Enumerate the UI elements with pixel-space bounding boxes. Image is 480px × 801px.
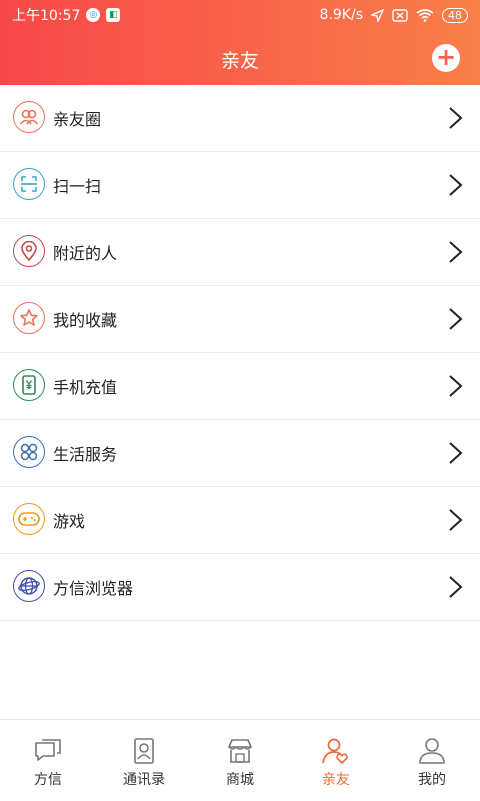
tab-label: 通讯录 <box>123 772 165 788</box>
gamepad-icon <box>13 503 45 535</box>
globe-icon <box>13 570 45 602</box>
chevron-right-icon <box>449 509 463 531</box>
sim-off-icon <box>392 8 408 22</box>
menu-item-label: 扫一扫 <box>53 177 102 196</box>
friends-icon <box>322 738 348 764</box>
tab-label: 亲友 <box>322 772 350 788</box>
menu-item-nearby-people[interactable]: 附近的人 <box>0 219 480 286</box>
tab-friends[interactable]: 亲友 <box>288 720 384 801</box>
services-grid-icon <box>13 436 45 468</box>
menu-item-label: 生活服务 <box>53 445 118 464</box>
header: 上午10:57 ◎ ◧ 8.9K/s 48 亲友 + <box>0 0 480 85</box>
friends-circle-icon <box>13 101 45 133</box>
menu-item-friends-circle[interactable]: 亲友圈 <box>0 85 480 152</box>
menu-item-label: 我的收藏 <box>53 311 118 330</box>
tab-profile[interactable]: 我的 <box>384 720 480 801</box>
contacts-icon <box>134 738 154 764</box>
status-time: 上午10:57 <box>12 8 81 24</box>
menu-item-browser[interactable]: 方信浏览器 <box>0 554 480 621</box>
menu-item-label: 游戏 <box>53 512 86 531</box>
wifi-icon <box>416 8 434 22</box>
shop-icon <box>228 739 252 763</box>
menu-item-favorites[interactable]: 我的收藏 <box>0 286 480 353</box>
chevron-right-icon <box>449 107 463 129</box>
network-speed: 8.9K/s <box>319 7 363 23</box>
chevron-right-icon <box>449 241 463 263</box>
tab-label: 方信 <box>34 772 62 788</box>
menu-item-label: 附近的人 <box>53 244 118 263</box>
chevron-right-icon <box>449 442 463 464</box>
chevron-right-icon <box>449 308 463 330</box>
menu-item-games[interactable]: 游戏 <box>0 487 480 554</box>
menu-item-life-services[interactable]: 生活服务 <box>0 420 480 487</box>
chevron-right-icon <box>449 375 463 397</box>
menu-list: 亲友圈 扫一扫 附近的人 我的收藏 手机充值 生活服务 游戏 方信浏览器 <box>0 85 480 621</box>
star-icon <box>13 302 45 334</box>
menu-item-scan[interactable]: 扫一扫 <box>0 152 480 219</box>
menu-item-label: 方信浏览器 <box>53 579 134 598</box>
tab-contacts[interactable]: 通讯录 <box>96 720 192 801</box>
menu-item-label: 亲友圈 <box>53 110 102 129</box>
profile-icon <box>419 738 445 764</box>
tab-fangxin[interactable]: 方信 <box>0 720 96 801</box>
app-notification-icon: ◎ <box>86 8 101 22</box>
bottom-tab-bar: 方信 通讯录 商城 亲友 我的 <box>0 719 480 801</box>
chevron-right-icon <box>449 576 463 598</box>
scan-icon <box>13 168 45 200</box>
page-title: 亲友 <box>220 50 259 72</box>
location-arrow-icon <box>371 8 384 22</box>
menu-item-label: 手机充值 <box>53 378 118 397</box>
location-pin-icon <box>13 235 45 267</box>
chevron-right-icon <box>449 174 463 196</box>
tab-label: 商城 <box>226 772 254 788</box>
chat-icon <box>35 739 61 761</box>
menu-item-phone-recharge[interactable]: 手机充值 <box>0 353 480 420</box>
battery-indicator: 48 <box>442 7 468 23</box>
tab-label: 我的 <box>418 772 446 788</box>
plus-icon[interactable]: + <box>432 44 460 72</box>
status-bar: 上午10:57 ◎ ◧ 8.9K/s 48 <box>0 0 480 30</box>
phone-recharge-icon <box>13 369 45 401</box>
app-notification-icon-2: ◧ <box>106 8 121 22</box>
tab-shop[interactable]: 商城 <box>192 720 288 801</box>
